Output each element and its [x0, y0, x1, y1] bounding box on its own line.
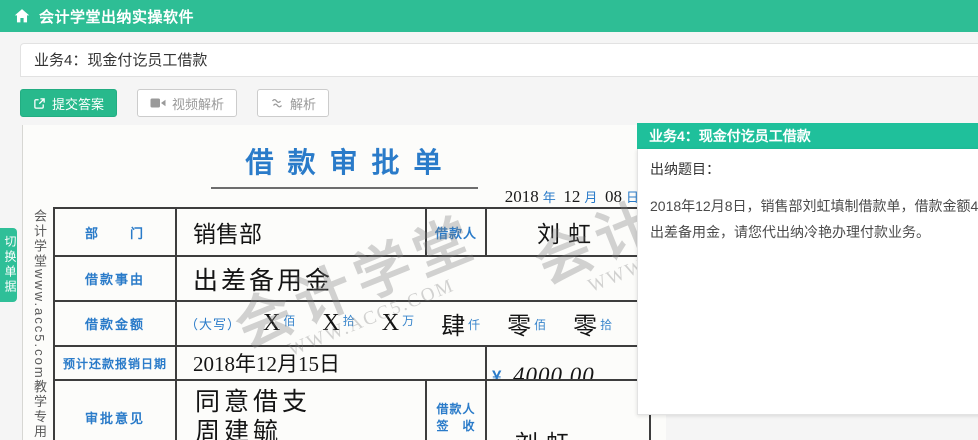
borrower-label: 借款人 — [426, 208, 486, 256]
analysis-icon — [270, 96, 284, 110]
form-date-month: 12 — [563, 187, 580, 206]
analysis-label: 解析 — [290, 94, 316, 113]
reason-value: 出差备用金 — [176, 256, 650, 301]
task-panel: 业务4：现金付讫员工借款 出纳题目： 2018年12月8日，销售部刘虹填制借款单… — [637, 123, 978, 415]
analysis-button[interactable]: 解析 — [257, 89, 329, 117]
cap-pair: 零佰 — [507, 306, 546, 341]
page-title: 业务4：现金付讫员工借款 — [20, 43, 978, 77]
submit-answer-label: 提交答案 — [52, 94, 104, 113]
borrower-sign-cell: 刘虹 2018年12月08日 — [486, 380, 650, 440]
amount-label: 借款金额 — [54, 301, 176, 346]
cap-pair: X拾 — [322, 310, 354, 337]
approval-opinion-line1: 同意借支 — [177, 388, 425, 418]
video-camera-icon — [150, 97, 166, 109]
caps-prefix: （大写） — [185, 314, 241, 333]
currency-symbol: ¥ — [492, 367, 501, 380]
cap-pair: X万 — [382, 310, 414, 337]
repay-date-label: 预计还款报销日期 — [54, 346, 176, 380]
form-date-day: 08 — [605, 187, 622, 206]
switch-document-tab[interactable]: 切换单据 — [0, 228, 17, 302]
amount-figures-value: 4000.00 — [513, 363, 595, 380]
app-viewport: 会计学堂出纳实操软件 业务4：现金付讫员工借款 提交答案 视频解析 解析 — [0, 0, 978, 440]
form-title: 借款审批单 — [23, 141, 666, 189]
row-department: 部 门 销售部 借款人 刘虹 — [54, 208, 650, 256]
row-reason: 借款事由 出差备用金 — [54, 256, 650, 301]
approval-signature: 周建毓 — [177, 418, 425, 440]
toolbar: 提交答案 视频解析 解析 — [20, 89, 329, 117]
task-text-line: 出差备用金，请您代出纳冷艳办理付款业务。 — [650, 219, 978, 245]
row-amount-caps: 借款金额 （大写） X佰 X拾 X万 肆仟 零佰 零拾 零元 — [54, 301, 650, 346]
cap-pair: 零拾 — [573, 306, 612, 341]
borrower-signature: 刘虹 — [515, 424, 577, 440]
task-subtitle: 出纳题目： — [650, 159, 978, 179]
task-panel-body: 出纳题目： 2018年12月8日，销售部刘虹填制借款单，借款金额4000元，款项… — [637, 149, 978, 415]
form-date-year: 2018 — [505, 187, 539, 206]
submit-answer-button[interactable]: 提交答案 — [20, 89, 117, 117]
cap-pair: X佰 — [263, 310, 295, 337]
repay-date-value: 2018年12月15日 — [176, 346, 486, 380]
department-label: 部 门 — [54, 208, 176, 256]
approval-label: 审批意见 — [54, 380, 176, 440]
form-side-note: 会计学堂www.acc5.com教学专用 — [30, 209, 48, 440]
approval-opinion: 同意借支 周建毓 — [176, 380, 426, 440]
home-icon[interactable] — [14, 8, 30, 24]
top-navbar: 会计学堂出纳实操软件 — [0, 0, 978, 32]
borrower-value: 刘虹 — [486, 208, 650, 256]
reason-label: 借款事由 — [54, 256, 176, 301]
form-date: 2018年 12月 08日 — [53, 187, 649, 207]
loan-approval-form: 借款审批单 2018年 12月 08日 会计学堂www.acc5.com教学专用… — [22, 125, 666, 440]
row-approval: 审批意见 同意借支 周建毓 借款人 签 收 刘虹 2018年12月08日 — [54, 380, 650, 440]
task-panel-title: 业务4：现金付讫员工借款 — [637, 123, 978, 149]
external-link-icon — [33, 97, 46, 110]
video-analysis-button[interactable]: 视频解析 — [137, 89, 237, 117]
amount-caps-cell: （大写） X佰 X拾 X万 肆仟 零佰 零拾 零元 — [176, 301, 650, 346]
borrower-sign-label: 借款人 签 收 — [426, 380, 486, 440]
form-table: 部 门 销售部 借款人 刘虹 借款事由 出差备用金 借款金额 （大写） X佰 X… — [53, 207, 651, 440]
department-value: 销售部 — [176, 208, 426, 256]
video-analysis-label: 视频解析 — [172, 94, 224, 113]
task-text-line: 2018年12月8日，销售部刘虹填制借款单，借款金额4000元，款项用途为 — [650, 193, 978, 219]
app-title: 会计学堂出纳实操软件 — [39, 6, 194, 27]
amount-figures-cell: ¥ 4000.00 — [486, 346, 650, 380]
row-repay-date: 预计还款报销日期 2018年12月15日 ¥ 4000.00 — [54, 346, 650, 380]
cap-pair: 肆仟 — [441, 306, 480, 341]
